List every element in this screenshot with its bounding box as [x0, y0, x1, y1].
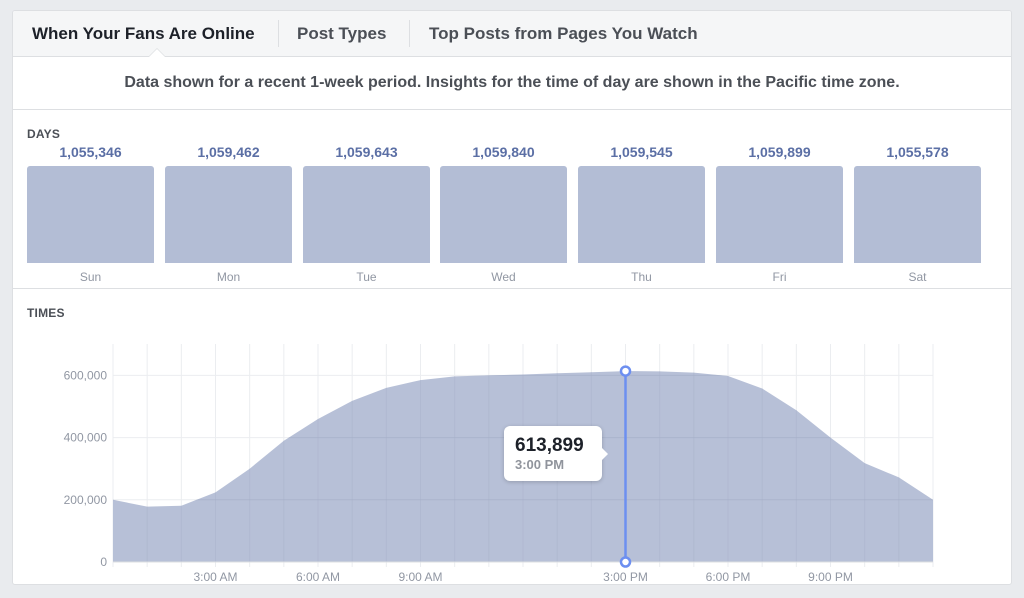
insights-panel: When Your Fans Are Online Post Types Top… [12, 10, 1012, 585]
x-tick-label: 3:00 PM [603, 570, 648, 584]
x-tick-label: 9:00 AM [398, 570, 442, 584]
x-tick-label: 3:00 AM [193, 570, 237, 584]
tooltip-value: 613,899 [515, 435, 584, 456]
times-area-chart[interactable]: 0 200,000 400,000 600,000 3:00 AM 6:00 AM 9:00… [12, 10, 1012, 585]
y-tick-label: 200,000 [64, 493, 108, 507]
times-section: TIMES 0 200,000 400,000 600,000 3:00 AM 6:00 … [13, 289, 1011, 584]
x-tick-label: 6:00 PM [706, 570, 751, 584]
x-tick-label: 6:00 AM [296, 570, 340, 584]
y-tick-label: 0 [100, 555, 107, 569]
x-tick-label: 9:00 PM [808, 570, 853, 584]
y-tick-label: 600,000 [64, 368, 108, 382]
hover-point-top [619, 365, 632, 377]
hover-point-bottom [619, 556, 632, 568]
tooltip-time: 3:00 PM [515, 457, 565, 472]
y-tick-label: 400,000 [64, 431, 108, 445]
chart-tooltip: 613,899 3:00 PM [504, 426, 608, 481]
